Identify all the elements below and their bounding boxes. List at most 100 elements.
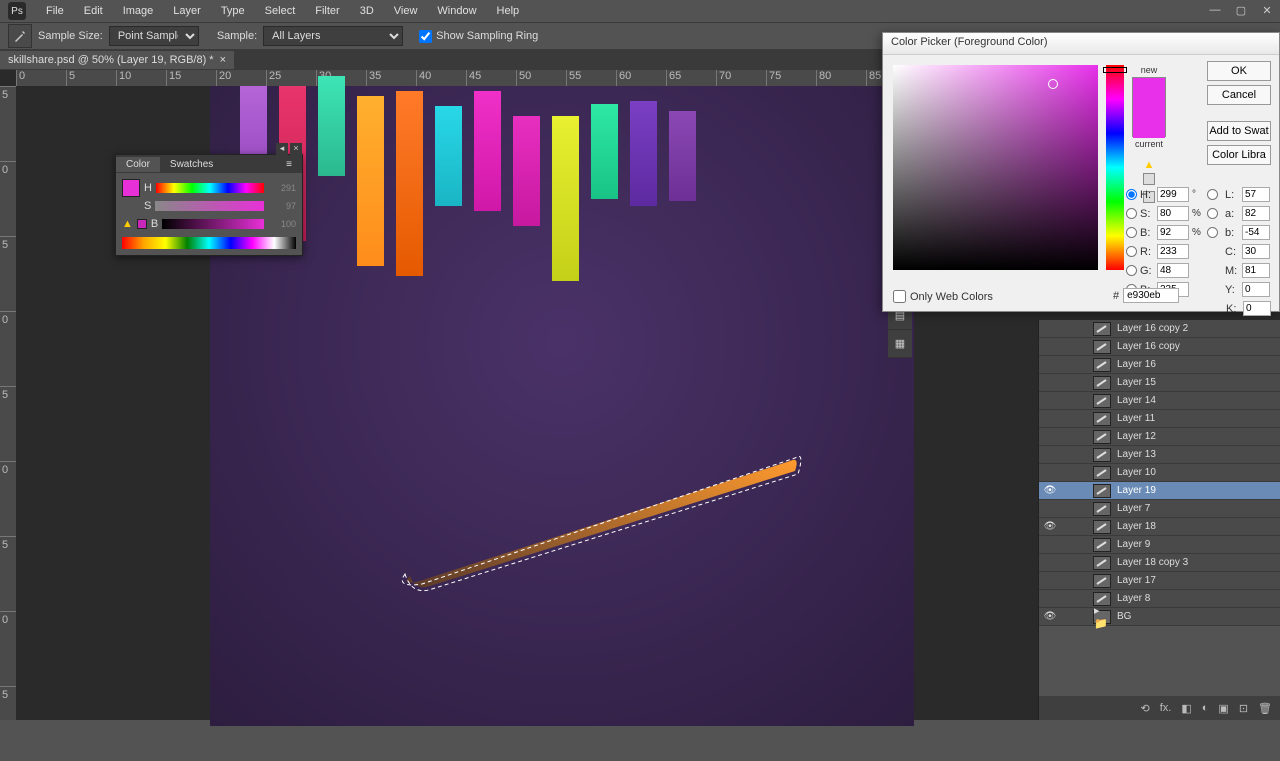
add-swatch-button[interactable]: Add to Swat [1207, 121, 1271, 141]
visibility-toggle-icon[interactable] [1043, 592, 1057, 606]
b2-input[interactable] [1242, 225, 1270, 240]
visibility-toggle-icon[interactable] [1043, 466, 1057, 480]
foreground-swatch[interactable] [122, 179, 140, 197]
menu-help[interactable]: Help [487, 2, 530, 20]
sat-slider[interactable] [155, 201, 264, 211]
bri-slider[interactable] [162, 219, 264, 229]
menu-select[interactable]: Select [255, 2, 306, 20]
color-tab[interactable]: Color [116, 157, 160, 172]
visibility-toggle-icon[interactable] [1043, 448, 1057, 462]
show-sampling-ring-checkbox[interactable]: Show Sampling Ring [419, 30, 538, 43]
h-radio[interactable] [1126, 189, 1137, 200]
eyedropper-tool-icon[interactable] [8, 24, 32, 48]
hex-input[interactable] [1123, 288, 1179, 303]
show-ring-check[interactable] [419, 30, 432, 43]
layer-row[interactable]: 👁Layer 19 [1039, 482, 1280, 500]
r-input[interactable] [1157, 244, 1189, 259]
g-input[interactable] [1157, 263, 1189, 278]
bv-radio[interactable] [1126, 227, 1137, 238]
color-field[interactable] [893, 65, 1098, 270]
layer-row[interactable]: Layer 9 [1039, 536, 1280, 554]
link-layers-icon[interactable]: ⟲ [1141, 702, 1150, 715]
menu-view[interactable]: View [384, 2, 428, 20]
trash-icon[interactable]: 🗑 [1258, 702, 1272, 715]
minimize-button[interactable]: — [1202, 0, 1228, 20]
menu-file[interactable]: File [36, 2, 74, 20]
only-web-colors-checkbox[interactable]: Only Web Colors [893, 290, 993, 303]
swatches-tab[interactable]: Swatches [160, 157, 223, 172]
maximize-button[interactable]: ▢ [1228, 0, 1254, 20]
r-radio[interactable] [1126, 246, 1137, 257]
s-radio[interactable] [1126, 208, 1137, 219]
hue-slider[interactable] [156, 183, 264, 193]
layer-row[interactable]: Layer 8 [1039, 590, 1280, 608]
menu-edit[interactable]: Edit [74, 2, 113, 20]
layer-row[interactable]: Layer 16 [1039, 356, 1280, 374]
visibility-toggle-icon[interactable] [1043, 376, 1057, 390]
visibility-toggle-icon[interactable] [1043, 538, 1057, 552]
layers-list[interactable]: Layer 16 copy 2Layer 16 copyLayer 16Laye… [1039, 320, 1280, 690]
a-input[interactable] [1242, 206, 1270, 221]
a-radio[interactable] [1207, 208, 1218, 219]
m-input[interactable] [1242, 263, 1270, 278]
color-panel-menu-icon[interactable]: ≡ [276, 157, 302, 172]
tab-close-icon[interactable]: × [220, 54, 226, 66]
color-panel-collapse-icon[interactable]: ◂ [276, 143, 288, 155]
color-libraries-button[interactable]: Color Libra [1207, 145, 1271, 165]
sample-size-select[interactable]: Point Sample [109, 26, 199, 46]
hue-strip[interactable] [1106, 65, 1124, 270]
hue-strip-cursor[interactable] [1103, 67, 1127, 73]
layer-row[interactable]: Layer 15 [1039, 374, 1280, 392]
visibility-toggle-icon[interactable] [1043, 340, 1057, 354]
bv-input[interactable] [1157, 225, 1189, 240]
layer-row[interactable]: Layer 16 copy [1039, 338, 1280, 356]
document-tab[interactable]: skillshare.psd @ 50% (Layer 19, RGB/8) *… [0, 51, 234, 69]
mask-icon[interactable]: ◧ [1181, 702, 1191, 715]
cancel-button[interactable]: Cancel [1207, 85, 1271, 105]
tool-para2-icon[interactable]: ▦ [888, 330, 912, 358]
menu-layer[interactable]: Layer [163, 2, 211, 20]
layer-row[interactable]: Layer 13 [1039, 446, 1280, 464]
gamut-swatch[interactable] [137, 219, 147, 229]
webonly-check[interactable] [893, 290, 906, 303]
visibility-toggle-icon[interactable] [1043, 412, 1057, 426]
menu-image[interactable]: Image [113, 2, 164, 20]
layer-row[interactable]: Layer 16 copy 2 [1039, 320, 1280, 338]
layer-row[interactable]: Layer 7 [1039, 500, 1280, 518]
menu-3d[interactable]: 3D [350, 2, 384, 20]
h-input[interactable] [1157, 187, 1189, 202]
c-input[interactable] [1242, 244, 1270, 259]
visibility-toggle-icon[interactable] [1043, 556, 1057, 570]
color-panel-close-icon[interactable]: × [290, 143, 302, 155]
visibility-toggle-icon[interactable] [1043, 358, 1057, 372]
visibility-toggle-icon[interactable] [1043, 322, 1057, 336]
visibility-toggle-icon[interactable] [1043, 394, 1057, 408]
current-color-swatch[interactable] [1133, 108, 1165, 138]
l-input[interactable] [1242, 187, 1270, 202]
layer-row[interactable]: Layer 18 copy 3 [1039, 554, 1280, 572]
visibility-toggle-icon[interactable] [1043, 502, 1057, 516]
layer-row[interactable]: Layer 14 [1039, 392, 1280, 410]
s-input[interactable] [1157, 206, 1189, 221]
sample-select[interactable]: All Layers [263, 26, 403, 46]
menu-type[interactable]: Type [211, 2, 255, 20]
adjustment-icon[interactable]: ◐ [1202, 702, 1209, 714]
visibility-toggle-icon[interactable] [1043, 430, 1057, 444]
layer-row[interactable]: Layer 10 [1039, 464, 1280, 482]
color-field-cursor[interactable] [1048, 79, 1058, 89]
b2-radio[interactable] [1207, 227, 1218, 238]
layer-row[interactable]: 👁▸📁BG [1039, 608, 1280, 626]
new-layer-icon[interactable]: ⊡ [1239, 702, 1248, 715]
y-input[interactable] [1242, 282, 1270, 297]
g-radio[interactable] [1126, 265, 1137, 276]
layer-row[interactable]: Layer 12 [1039, 428, 1280, 446]
visibility-toggle-icon[interactable]: 👁 [1043, 484, 1057, 498]
gamut-warning-icon[interactable]: ▲ [122, 218, 133, 230]
visibility-toggle-icon[interactable]: 👁 [1043, 520, 1057, 534]
close-button[interactable]: ✕ [1254, 0, 1280, 20]
color-ramp[interactable] [122, 237, 296, 249]
layer-row[interactable]: Layer 17 [1039, 572, 1280, 590]
menu-filter[interactable]: Filter [305, 2, 349, 20]
fx-icon[interactable]: fx. [1160, 702, 1172, 714]
visibility-toggle-icon[interactable] [1043, 574, 1057, 588]
